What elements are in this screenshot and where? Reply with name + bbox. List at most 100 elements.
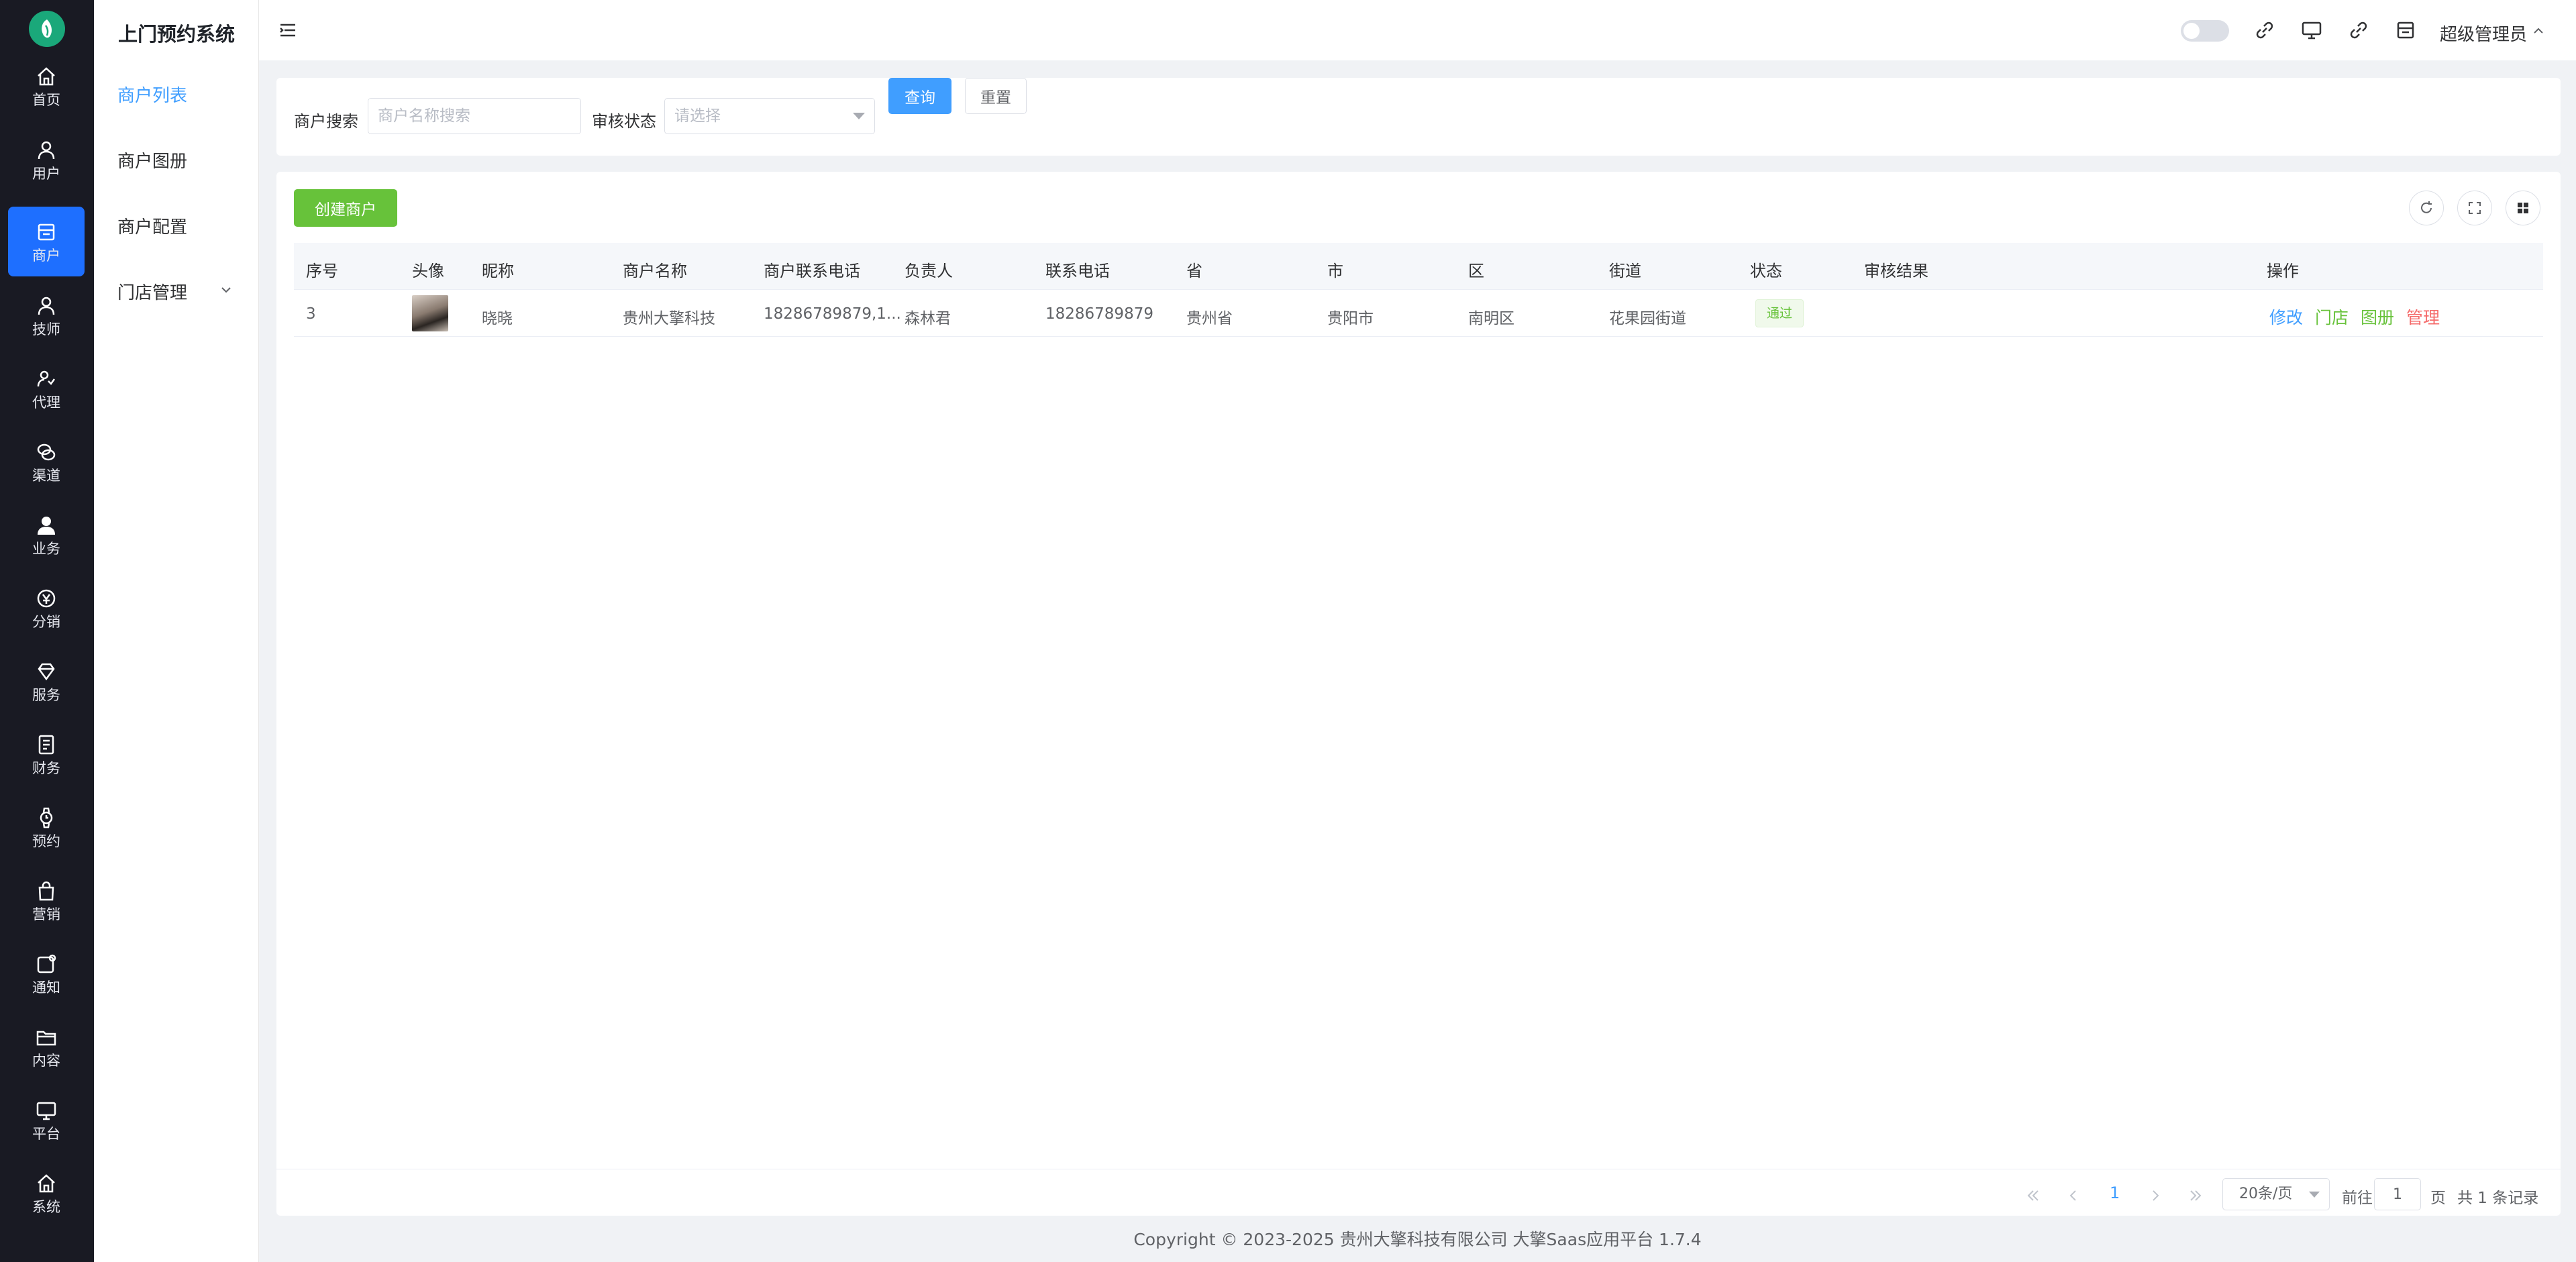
store-link[interactable]: 门店	[2315, 305, 2349, 329]
column-header: 序号	[306, 262, 338, 280]
table-header: 序号 头像 昵称 商户名称 商户联系电话 负责人 联系电话 省 市 区 街道 状…	[294, 243, 2543, 290]
rail-item-system[interactable]: 系统	[8, 1158, 85, 1228]
submenu-item-store-management[interactable]: 门店管理	[117, 279, 187, 304]
columns-button[interactable]	[2506, 191, 2540, 225]
store-icon[interactable]	[2394, 19, 2417, 42]
submenu-item-merchant-album[interactable]: 商户图册	[117, 148, 187, 172]
chevron-up-icon[interactable]	[2531, 23, 2546, 38]
leaf-logo-icon	[42, 19, 52, 38]
rail-item-service[interactable]: 服务	[8, 646, 85, 716]
create-merchant-button[interactable]: 创建商户	[294, 189, 397, 227]
rail-label: 技师	[32, 321, 60, 337]
rail-item-platform[interactable]: 平台	[8, 1085, 85, 1155]
rail-item-technician[interactable]: 技师	[8, 280, 85, 350]
chevron-down-icon[interactable]	[219, 282, 234, 297]
column-header: 操作	[2267, 262, 2299, 280]
link-icon[interactable]	[2347, 19, 2370, 42]
app-title: 上门预约系统	[118, 23, 236, 46]
goto-prefix: 前往	[2342, 1190, 2373, 1207]
rail-label: 营销	[32, 906, 60, 923]
cell-street: 花果园街道	[1609, 310, 1686, 327]
rail-label: 业务	[32, 540, 60, 557]
search-panel: 商户搜索 审核状态 请选择 查询 重置	[276, 78, 2561, 156]
rail-item-finance[interactable]: 财务	[8, 719, 85, 789]
last-page-icon[interactable]	[2186, 1186, 2205, 1205]
prev-page-icon[interactable]	[2064, 1186, 2083, 1205]
cell-city: 贵阳市	[1327, 310, 1374, 327]
rail-item-channel[interactable]: 渠道	[8, 427, 85, 496]
goto-page-input[interactable]	[2374, 1178, 2421, 1210]
rail-item-business[interactable]: 业务	[8, 500, 85, 570]
rail-label: 分销	[32, 613, 60, 630]
column-header: 商户名称	[623, 262, 687, 280]
edit-link[interactable]: 修改	[2269, 305, 2303, 329]
rail-item-agent[interactable]: 代理	[8, 354, 85, 423]
cell-index: 3	[306, 305, 316, 323]
review-status-select[interactable]: 请选择	[664, 98, 875, 134]
folder-icon	[36, 1031, 56, 1045]
column-header: 负责人	[905, 262, 953, 280]
column-header: 联系电话	[1045, 262, 1110, 280]
rail-label: 内容	[32, 1052, 60, 1069]
column-header: 头像	[412, 262, 444, 280]
diamond-icon	[38, 663, 55, 680]
rail-item-merchant[interactable]: 商户	[8, 207, 85, 276]
rail-label: 代理	[32, 394, 60, 411]
caret-down-icon	[853, 113, 865, 119]
rail-label: 用户	[32, 165, 60, 182]
page-number[interactable]: 1	[2110, 1184, 2120, 1202]
next-page-icon[interactable]	[2146, 1186, 2165, 1205]
submenu-item-merchant-config[interactable]: 商户配置	[117, 213, 187, 238]
avatar[interactable]	[412, 295, 448, 331]
rail-label: 系统	[32, 1198, 60, 1215]
rail-label: 财务	[32, 759, 60, 776]
monitor-icon[interactable]	[2300, 19, 2323, 42]
fullscreen-icon	[2469, 202, 2481, 214]
column-header: 街道	[1609, 262, 1641, 280]
reset-button[interactable]: 重置	[965, 78, 1027, 114]
review-status-placeholder: 请选择	[674, 107, 721, 125]
cell-merchant-phone: 18286789879,1...	[764, 305, 901, 323]
cell-nickname: 晓晓	[482, 310, 513, 327]
column-header: 昵称	[482, 262, 514, 280]
menu-toggle-icon[interactable]	[278, 20, 298, 40]
rail-item-appointment[interactable]: 预约	[8, 792, 85, 862]
rail-item-home[interactable]: 首页	[8, 51, 85, 121]
column-header: 市	[1327, 262, 1343, 280]
merchant-search-input[interactable]	[368, 98, 581, 134]
query-button[interactable]: 查询	[888, 78, 951, 114]
rail-item-notification[interactable]: 通知	[8, 939, 85, 1008]
fullscreen-button[interactable]	[2457, 191, 2492, 225]
app-logo[interactable]	[29, 11, 65, 47]
rail-item-marketing[interactable]: 营销	[8, 865, 85, 935]
rail-item-content[interactable]: 内容	[8, 1012, 85, 1082]
rail-label: 商户	[32, 247, 60, 264]
theme-toggle[interactable]	[2181, 20, 2229, 42]
goto-suffix: 页	[2430, 1190, 2446, 1207]
grid-icon	[2518, 203, 2528, 213]
manage-link[interactable]: 管理	[2406, 305, 2440, 329]
home-icon	[38, 66, 55, 85]
merchant-table-panel: 创建商户 序号 头像 昵称 商户名称 商户联系电话 负责人 联系电话 省 市 区…	[276, 172, 2561, 1216]
submenu-item-merchant-list[interactable]: 商户列表	[117, 82, 187, 107]
cell-province: 贵州省	[1186, 310, 1233, 327]
column-header: 商户联系电话	[764, 262, 860, 280]
watch-icon	[40, 807, 53, 828]
first-page-icon[interactable]	[2024, 1186, 2043, 1205]
ledger-icon	[38, 735, 54, 754]
rail-item-distribution[interactable]: 分销	[8, 573, 85, 643]
agent-icon	[37, 370, 56, 386]
rail-item-user[interactable]: 用户	[8, 125, 85, 195]
column-header: 区	[1468, 262, 1484, 280]
refresh-button[interactable]	[2409, 191, 2444, 225]
refresh-icon	[2421, 201, 2432, 213]
link-icon[interactable]	[2253, 19, 2276, 42]
rail-label: 通知	[32, 979, 60, 996]
system-home-icon	[38, 1173, 55, 1192]
album-link[interactable]: 图册	[2361, 305, 2394, 329]
review-status-label: 审核状态	[592, 112, 656, 131]
rail-label: 平台	[32, 1125, 60, 1142]
user-name[interactable]: 超级管理员	[2440, 21, 2527, 46]
page-size-select[interactable]: 20条/页	[2222, 1178, 2330, 1210]
top-header: 超级管理员	[259, 0, 2576, 60]
